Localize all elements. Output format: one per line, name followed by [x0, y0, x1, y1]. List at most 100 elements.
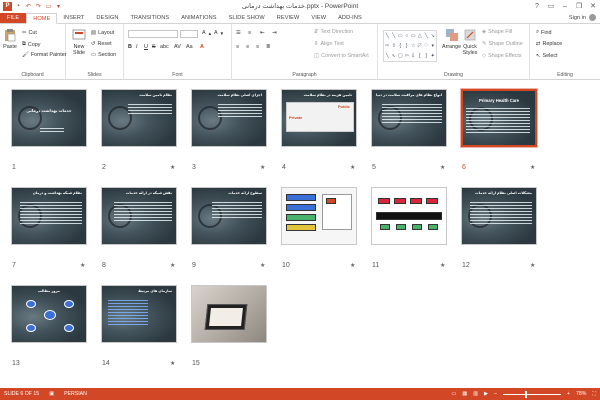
- slide-sorter-view-icon[interactable]: ▦: [462, 391, 467, 397]
- bold-button[interactable]: B: [128, 44, 132, 50]
- reading-view-icon[interactable]: ▥: [473, 391, 478, 397]
- section-button[interactable]: ▭ Section: [91, 52, 116, 58]
- find-button[interactable]: ⌕ Find: [536, 29, 552, 36]
- text-direction-button[interactable]: ⇵ Text Direction: [314, 29, 353, 35]
- align-right-button[interactable]: ≡: [256, 44, 259, 50]
- format-painter-button[interactable]: 🖌 Format Painter: [22, 52, 67, 58]
- slide-thumbnail-1[interactable]: خدمات بهداشت درمانی: [11, 89, 87, 147]
- slideshow-view-icon[interactable]: ▶: [484, 391, 488, 397]
- arrange-button[interactable]: Arrange: [442, 28, 461, 50]
- slide-text-lines: [466, 106, 530, 135]
- grow-font-button[interactable]: A ▲: [202, 30, 212, 36]
- tab-animations[interactable]: ANIMATIONS: [175, 13, 222, 23]
- slide-thumbnail-15[interactable]: [191, 285, 267, 343]
- proofing-icon[interactable]: ▣: [49, 391, 54, 397]
- tab-design[interactable]: DESIGN: [90, 13, 124, 23]
- slide-thumbnail-14[interactable]: سازمان های مرتبط: [101, 285, 177, 343]
- zoom-slider[interactable]: [502, 390, 561, 398]
- format-painter-label: Format Painter: [30, 52, 67, 58]
- clipboard-group-label: Clipboard: [21, 72, 44, 78]
- sign-in[interactable]: Sign in: [569, 14, 596, 21]
- zoom-level[interactable]: 78%: [576, 391, 586, 397]
- tab-home[interactable]: HOME: [26, 13, 58, 24]
- bullets-button[interactable]: ☰: [236, 30, 241, 36]
- layout-button[interactable]: ▤ Layout: [91, 30, 114, 36]
- copy-button[interactable]: ⧉ Copy: [22, 41, 40, 48]
- language-indicator[interactable]: PERSIAN: [64, 391, 87, 397]
- close-button[interactable]: ✕: [586, 0, 600, 12]
- zoom-thumb[interactable]: [524, 390, 527, 398]
- font-size-box[interactable]: [180, 30, 198, 38]
- tab-transitions[interactable]: TRANSITIONS: [124, 13, 175, 23]
- slide-thumbnail-2[interactable]: نظام تامین سلامت: [101, 89, 177, 147]
- shape-more-icon[interactable]: ▾: [430, 41, 437, 51]
- slide-thumbnail-11[interactable]: [371, 187, 447, 245]
- slide-number-selected: 6: [462, 164, 466, 171]
- increase-indent-button[interactable]: ⇥: [272, 30, 277, 36]
- char-spacing-button[interactable]: AV: [174, 44, 181, 50]
- zoom-out-icon[interactable]: –: [494, 391, 497, 397]
- font-name-box[interactable]: [128, 30, 178, 38]
- tab-add-ins[interactable]: ADD-INS: [332, 13, 368, 23]
- quick-styles-button[interactable]: Quick Styles: [462, 28, 478, 56]
- italic-button[interactable]: I: [136, 44, 138, 50]
- new-slide-button[interactable]: New Slide: [70, 28, 88, 56]
- slide-thumbnail-6[interactable]: Primary Health Care: [460, 88, 538, 148]
- replace-button[interactable]: ⇄ Replace: [536, 41, 562, 47]
- slide-number: 12: [462, 262, 470, 269]
- reset-button[interactable]: ↺ Reset: [91, 41, 112, 47]
- shape-outline-button[interactable]: ✎ Shape Outline: [482, 41, 523, 47]
- reset-label: Reset: [97, 41, 112, 47]
- tab-review[interactable]: REVIEW: [271, 13, 306, 23]
- slide-thumbnail-13[interactable]: مرور مطالب: [11, 285, 87, 343]
- strikethrough-button[interactable]: S: [152, 44, 156, 50]
- tab-insert[interactable]: INSERT: [57, 13, 90, 23]
- numbering-button[interactable]: ≡: [248, 30, 251, 36]
- slide-thumbnail-8[interactable]: نقش شبکه در ارائه خدمات: [101, 187, 177, 245]
- diagram-box: [426, 198, 438, 204]
- shapes-gallery[interactable]: ╲ ╲ ▭ ○ ▭ △ ╲ ↘ ⇨ ⇧{} ☆ ◸ ♡ ▾ ╲ ∿ ▢ ⇦ ⇩[] ✦: [383, 30, 437, 62]
- shadow-button[interactable]: abc: [160, 44, 169, 50]
- align-text-button[interactable]: ⇕ Align Text: [314, 41, 344, 47]
- shape-star-icon[interactable]: ✦: [430, 51, 437, 61]
- change-case-button[interactable]: Aa: [186, 44, 193, 50]
- slide-thumbnail-9[interactable]: سطوح ارائه خدمات: [191, 187, 267, 245]
- shape-arrow-icon[interactable]: ↘: [430, 31, 437, 41]
- slide-number: 8: [102, 262, 106, 269]
- restore-button[interactable]: ❐: [572, 0, 586, 12]
- slide-thumbnail-12[interactable]: مشکلات اصلی نظام ارائه خدمات: [461, 187, 537, 245]
- shape-fill-button[interactable]: ◈ Shape Fill: [482, 29, 512, 35]
- tab-slide-show[interactable]: SLIDE SHOW: [223, 13, 271, 23]
- slide-thumbnail-7[interactable]: نظام شبکه بهداشت و درمان: [11, 187, 87, 245]
- minimize-button[interactable]: –: [558, 0, 572, 12]
- select-button[interactable]: ↖ Select: [536, 53, 558, 59]
- convert-smartart-button[interactable]: ◫ Convert to SmartArt: [314, 53, 369, 59]
- shape-effects-button[interactable]: ◇ Shape Effects: [482, 53, 522, 59]
- justify-button[interactable]: ≣: [266, 44, 271, 50]
- help-button[interactable]: ?: [530, 0, 544, 12]
- align-text-label: Align Text: [320, 41, 344, 47]
- decrease-indent-button[interactable]: ⇤: [260, 30, 265, 36]
- diagram-box: [380, 224, 390, 230]
- slide-thumbnail-5[interactable]: انواع نظام های مراقبت سلامت در دنیا: [371, 89, 447, 147]
- underline-button[interactable]: U: [144, 44, 148, 50]
- slide-thumbnail-10[interactable]: [281, 187, 357, 245]
- align-center-button[interactable]: ≡: [246, 44, 249, 50]
- slide-thumbnail-3[interactable]: اجزای اصلی نظام سلامت: [191, 89, 267, 147]
- font-color-button[interactable]: A: [200, 44, 204, 50]
- zoom-in-icon[interactable]: +: [567, 391, 570, 397]
- tab-file[interactable]: FILE: [0, 13, 27, 23]
- tab-view[interactable]: VIEW: [305, 13, 332, 23]
- fit-to-window-icon[interactable]: ⛶: [592, 391, 596, 398]
- diagram-box: [286, 194, 316, 201]
- paste-button[interactable]: Paste: [3, 28, 17, 50]
- slide-text-lines: [40, 126, 64, 134]
- normal-view-icon[interactable]: ▭: [451, 391, 456, 397]
- ribbon-options-icon[interactable]: ▭: [544, 0, 558, 12]
- slide-thumbnail-4[interactable]: تامین هزینه در نظام سلامت Public Private: [281, 89, 357, 147]
- slide-text-lines: [20, 200, 82, 226]
- new-slide-label: New Slide: [73, 44, 85, 56]
- shrink-font-button[interactable]: A ▼: [214, 30, 224, 36]
- align-left-button[interactable]: ≡: [236, 44, 239, 50]
- cut-button[interactable]: ✂ Cut: [22, 30, 37, 36]
